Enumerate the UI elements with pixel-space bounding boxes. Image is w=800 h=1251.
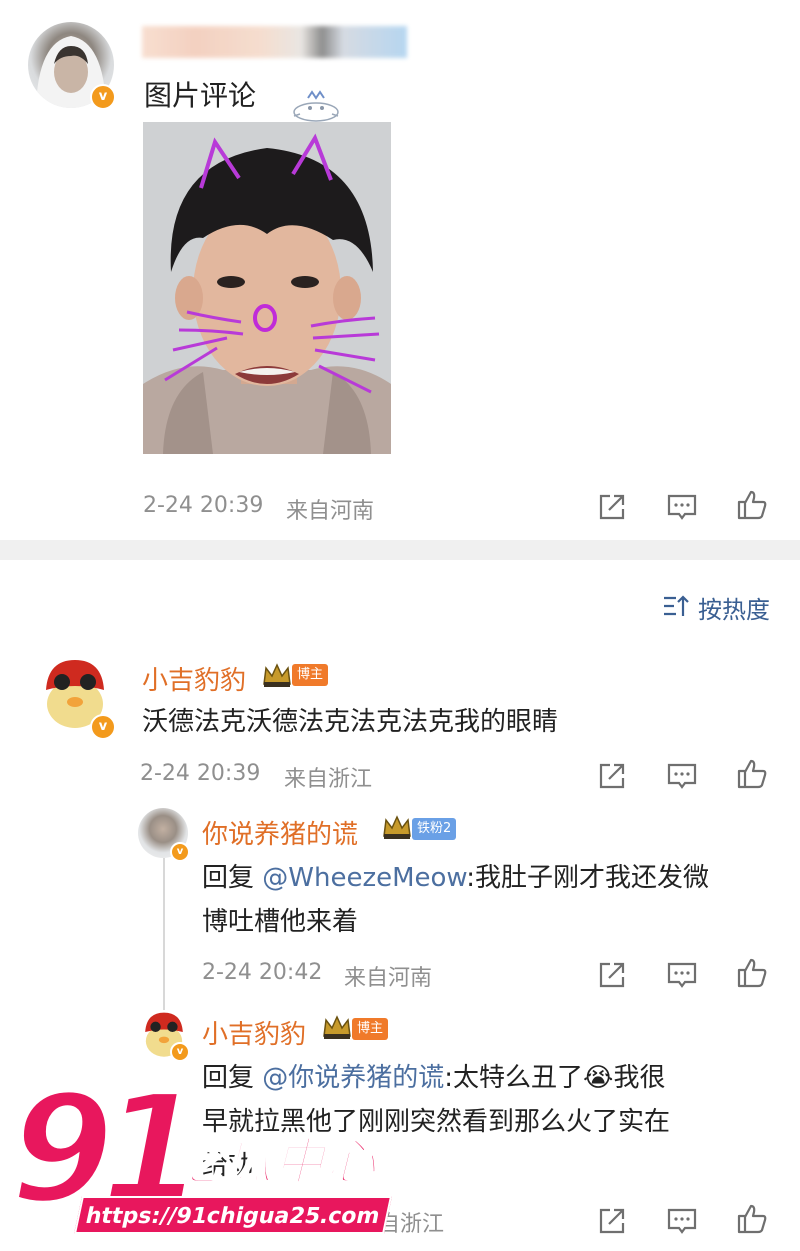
reply-time: 2-24 20:42: [202, 960, 323, 985]
share-icon[interactable]: [596, 959, 628, 991]
comment-icon[interactable]: [666, 1205, 698, 1237]
crying-emoji-icon: 😭: [583, 1063, 614, 1093]
comment-icon[interactable]: [666, 491, 698, 523]
reply-username[interactable]: 你说养猪的谎: [202, 814, 358, 851]
verified-badge-icon: v: [90, 84, 116, 110]
reply-line1: :我肚子刚才我还发微: [466, 863, 710, 893]
reply-prefix: 回复: [202, 863, 263, 893]
reply-username[interactable]: 小吉豹豹: [202, 1014, 306, 1051]
host-tag: 博主: [292, 664, 329, 686]
mention-link[interactable]: @你说养猪的谎: [262, 1063, 444, 1093]
host-tag: 博主: [352, 1018, 389, 1040]
like-icon[interactable]: [736, 758, 768, 790]
crown-icon: [383, 815, 411, 839]
comment-time: 2-24 20:39: [140, 761, 261, 786]
sort-icon[interactable]: [662, 594, 690, 618]
reply-prefix: 回复: [202, 1063, 263, 1093]
crown-icon: [323, 1015, 351, 1039]
like-icon[interactable]: [736, 489, 768, 521]
verified-badge-icon: v: [170, 842, 190, 862]
comment-username[interactable]: 小吉豹豹: [142, 660, 246, 697]
verified-badge-icon: v: [170, 1042, 190, 1062]
comment-location: 来自浙江: [284, 767, 373, 792]
reply-location: 来自河南: [344, 966, 433, 991]
share-icon[interactable]: [596, 760, 628, 792]
post-location: 来自河南: [286, 499, 375, 524]
verified-badge-icon: v: [90, 714, 116, 740]
sort-label[interactable]: 按热度: [698, 590, 770, 625]
poster-name-blurred[interactable]: [142, 26, 407, 58]
post-caption: 图片评论: [144, 79, 257, 112]
comment-text: 沃德法克沃德法克法克法克我的眼睛: [142, 707, 559, 737]
like-icon[interactable]: [736, 957, 768, 989]
section-divider: [0, 540, 800, 560]
reply-line1b: 我很: [613, 1063, 666, 1093]
reply-line1: :太特么丑了: [444, 1063, 584, 1093]
mention-link[interactable]: @WheezeMeow: [262, 863, 466, 893]
post-image[interactable]: [143, 122, 391, 454]
thread-line: [163, 858, 165, 1018]
share-icon[interactable]: [596, 491, 628, 523]
like-icon[interactable]: [736, 1203, 768, 1235]
watermark-url: https://91chigua25.com: [73, 1196, 393, 1234]
share-icon[interactable]: [596, 1205, 628, 1237]
reply-text: 回复 @WheezeMeow:我肚子刚才我还发微 博吐槽他来着: [202, 856, 782, 944]
post-time: 2-24 20:39: [143, 493, 264, 518]
cat-sticker-icon: [293, 90, 339, 122]
crown-icon: [263, 663, 291, 687]
reply-line2: 博吐槽他来着: [202, 907, 359, 937]
fan-tag: 铁粉2: [412, 818, 457, 840]
comment-icon[interactable]: [666, 959, 698, 991]
comment-icon[interactable]: [666, 760, 698, 792]
watermark-title: 吃瓜中心: [169, 1132, 378, 1192]
